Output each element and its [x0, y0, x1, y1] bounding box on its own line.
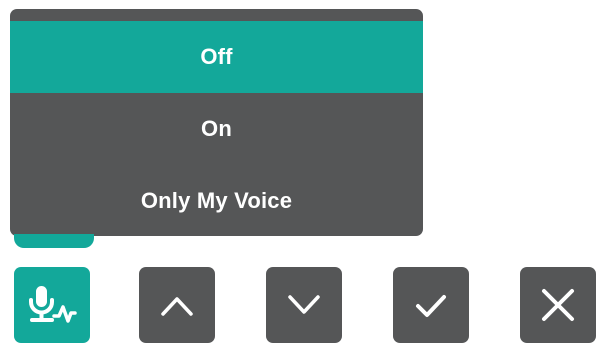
chevron-down-icon [288, 295, 320, 314]
confirm-button[interactable] [393, 267, 469, 343]
voice-isolation-button[interactable] [14, 267, 90, 343]
chevron-up-icon [161, 297, 193, 316]
close-button[interactable] [520, 267, 596, 343]
menu-item-on[interactable]: On [10, 93, 423, 165]
menu-item-off[interactable]: Off [10, 21, 423, 93]
down-button[interactable] [266, 267, 342, 343]
menu-item-only-my-voice[interactable]: Only My Voice [10, 165, 423, 236]
close-icon [542, 289, 574, 321]
voice-mode-menu: Off On Only My Voice [10, 9, 423, 236]
microphone-waveform-icon [29, 286, 77, 323]
checkmark-icon [416, 295, 446, 317]
up-button[interactable] [139, 267, 215, 343]
active-button-connector [14, 234, 94, 248]
